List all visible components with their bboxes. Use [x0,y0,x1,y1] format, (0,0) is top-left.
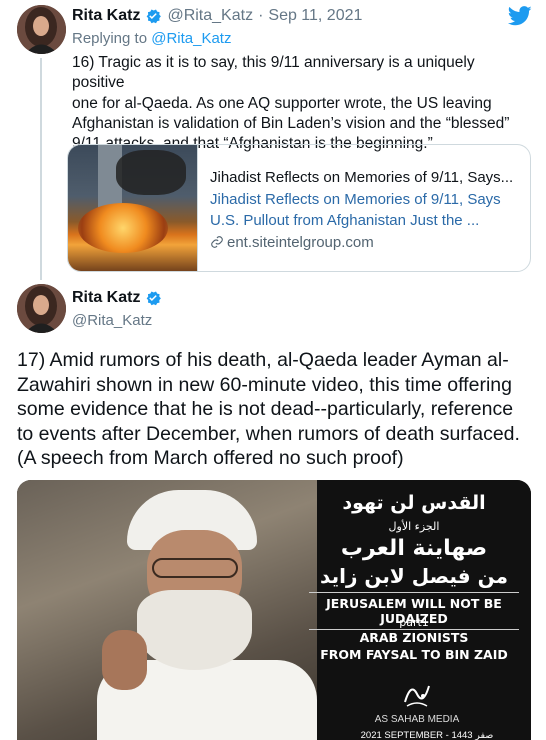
avatar-photo [17,5,66,54]
tweet-media-image[interactable]: القدس لن تهود الجزء الأول صهاينة العرب م… [17,480,531,740]
display-name[interactable]: Rita Katz [72,289,140,307]
verified-badge-icon [147,291,162,306]
tweet-text-line: one for al-Qaeda. As one AQ supporter wr… [72,94,492,112]
tweet-text-line: (A speech from March offered no such pro… [17,447,404,469]
twitter-bird-icon [508,6,532,26]
card-text: Jihadist Reflects on Memories of 9/11, S… [198,145,513,271]
card-thumbnail [68,145,198,271]
media-english-line: FROM FAYSAL TO BIN ZAID [320,647,508,662]
tweet-text-line: 17) Amid rumors of his death, al-Qaeda l… [17,349,509,371]
replying-label: Replying to [72,30,152,47]
handle[interactable]: @Rita_Katz [72,312,152,329]
replying-to: Replying to @Rita_Katz [72,30,231,47]
media-arabic-part: الجزء الأول [388,520,440,533]
link-icon [211,236,223,249]
avatar[interactable] [17,284,66,333]
avatar[interactable] [17,5,66,54]
separator-dot: · [258,7,264,24]
card-domain-text: ent.siteintelgroup.com [227,233,374,251]
verified-badge-icon [147,9,162,24]
media-arabic-title: القدس لن تهود [342,492,486,514]
media-arabic-line: من فيصل لابن زايد [320,564,508,588]
tweet-text: 17) Amid rumors of his death, al-Qaeda l… [17,348,527,471]
tweet-text-line: some evidence that he is not dead--parti… [17,398,514,420]
replying-to-link[interactable]: @Rita_Katz [151,30,231,47]
timestamp[interactable]: Sep 11, 2021 [268,7,362,25]
tweet-text-line: 16) Tragic as it is to say, this 9/11 an… [72,54,475,92]
media-date: 2021 SEPTEMBER - 1443 صفر [360,730,494,740]
tweet-text-line: to events after December, when rumors of… [17,422,520,445]
card-description: U.S. Pullout from Afghanistan Just the .… [210,212,480,229]
thumbnail-smoke [116,150,186,195]
tweet-header: Rita Katz @Rita_Katz · Sep 11, 2021 [72,7,362,25]
tweet-text-line: Zawahiri shown in new 60-minute video, t… [17,373,512,396]
speaker-hand [102,630,147,690]
tweet-header: Rita Katz [72,289,167,307]
card-domain: ent.siteintelgroup.com [210,232,513,254]
media-english-line: ARAB ZIONISTS [359,630,469,645]
tweet-text-line: Afghanistan is validation of Bin Laden’s… [72,114,510,132]
thread-line [40,58,42,280]
media-english-part: part1 [399,616,429,629]
speaker-glasses [152,558,238,578]
media-producer: AS SAHAB MEDIA [374,714,460,725]
card-description: Jihadist Reflects on Memories of 9/11, S… [210,190,501,208]
speaker-beard [137,590,252,670]
avatar-photo [17,284,66,333]
link-preview-card[interactable]: Jihadist Reflects on Memories of 9/11, S… [67,144,531,272]
handle[interactable]: @Rita_Katz [167,7,253,25]
calligraphy-emblem-icon [404,685,430,707]
speaker-figure [97,490,317,740]
thumbnail-fireball [78,203,168,253]
tweet-text: 16) Tragic as it is to say, this 9/11 an… [72,53,512,154]
card-title: Jihadist Reflects on Memories of 9/11, S… [210,169,514,186]
media-arabic-line: صهاينة العرب [340,536,488,561]
display-name[interactable]: Rita Katz [72,7,140,25]
